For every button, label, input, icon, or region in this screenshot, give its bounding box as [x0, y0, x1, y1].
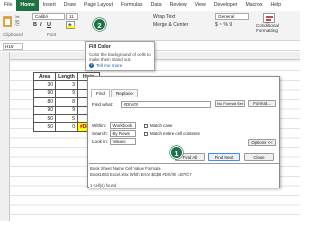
fill-color-swatch	[67, 26, 75, 28]
header-area[interactable]: Area	[33, 71, 56, 82]
conditional-formatting-icon[interactable]	[263, 13, 275, 23]
checkbox-box	[144, 131, 148, 136]
cell[interactable]: 90	[33, 105, 56, 115]
fill-color-button[interactable]: ◈	[66, 21, 75, 29]
tooltip-title: Fill Color	[89, 44, 111, 50]
font-name-select[interactable]: Calibri	[32, 13, 65, 20]
results-header: Book Sheet Name Cell Value Formula	[90, 166, 161, 171]
clipboard-group-label: Clipboard	[3, 32, 23, 37]
cell[interactable]: 9	[55, 88, 78, 99]
step-badge-1: 1	[170, 146, 183, 159]
font-group-label: Font	[47, 32, 57, 37]
cell[interactable]: 80	[33, 97, 56, 107]
number-format-select[interactable]: General	[215, 13, 249, 20]
copy-icon[interactable]: ⎘	[15, 21, 20, 28]
tab-replace[interactable]: Replace	[110, 89, 138, 97]
cell[interactable]: 50	[33, 113, 56, 124]
options-button[interactable]: Options <<	[248, 139, 276, 146]
cell[interactable]: 90	[33, 88, 56, 99]
tell-me-more-link[interactable]: ? Tell me more	[89, 62, 151, 68]
tell-me-more-label: Tell me more	[96, 62, 123, 68]
tab-home[interactable]: Home	[16, 0, 39, 11]
match-entire-label: Match entire cell contents	[150, 131, 200, 136]
cell[interactable]: 0	[55, 122, 78, 132]
row-headers	[0, 52, 10, 221]
find-replace-dialog: Find Replace Find what: #DIV/0! No Forma…	[87, 76, 280, 188]
tab-macros[interactable]: Macros	[241, 0, 266, 11]
cell[interactable]: 30	[33, 80, 56, 90]
tab-formulas[interactable]: Formulas	[117, 0, 147, 11]
look-in-select[interactable]: Values	[110, 138, 136, 145]
close-button[interactable]: Close	[244, 153, 274, 161]
cell[interactable]: 9	[55, 105, 78, 115]
conditional-formatting-button[interactable]: Conditional Formatting	[256, 23, 300, 33]
tab-page-layout[interactable]: Page Layout	[80, 0, 117, 11]
tab-insert[interactable]: Insert	[39, 0, 60, 11]
find-what-input[interactable]: #DIV/0!	[121, 101, 211, 108]
cell[interactable]: 50	[33, 122, 56, 132]
tab-file[interactable]: File	[0, 0, 16, 11]
italic-button[interactable]: I	[40, 22, 42, 28]
tab-data[interactable]: Data	[147, 0, 166, 11]
paste-icon[interactable]	[3, 16, 12, 27]
result-row[interactable]: Book1063 Excel.xlsx Whth Error $C$8 #DIV…	[90, 172, 192, 177]
dialog-tabs: Find Replace	[91, 89, 138, 97]
format-button[interactable]: Format...	[248, 100, 276, 107]
search-label: Search:	[92, 131, 108, 136]
within-label: Within:	[92, 123, 107, 128]
tab-view[interactable]: View	[191, 0, 210, 11]
cut-icon[interactable]: ✂	[15, 14, 20, 21]
tab-find[interactable]: Find	[91, 89, 110, 97]
within-select[interactable]: Workbook	[110, 122, 136, 129]
number-format-symbols[interactable]: $ ~ % 9	[215, 22, 232, 28]
fill-color-tooltip: Fill Color Color the background of cells…	[85, 41, 155, 71]
font-size-select[interactable]: 11	[66, 13, 78, 20]
wrap-text-button[interactable]: Wrap Text	[153, 14, 175, 20]
find-next-button[interactable]: Find Next	[208, 153, 240, 161]
header-length[interactable]: Length	[55, 71, 78, 82]
find-what-label: Find what:	[92, 102, 114, 107]
tooltip-description: Color the background of cells to make th…	[89, 51, 151, 62]
tab-help[interactable]: Help	[266, 0, 285, 11]
bold-button[interactable]: B	[33, 22, 37, 28]
no-format-set-preview: No Format Set	[215, 100, 245, 107]
tab-review[interactable]: Review	[166, 0, 191, 11]
underline-button[interactable]: U	[47, 22, 51, 28]
help-icon: ?	[89, 62, 94, 68]
merge-center-button[interactable]: Merge & Center	[153, 22, 188, 28]
cell[interactable]: 3	[55, 80, 78, 90]
tab-developer[interactable]: Developer	[210, 0, 242, 11]
match-entire-checkbox[interactable]: Match entire cell contents	[144, 131, 200, 136]
match-case-checkbox[interactable]: Match case	[144, 123, 172, 128]
name-box[interactable]: H19	[3, 43, 23, 50]
ribbon-tab-bar: File Home Insert Draw Page Layout Formul…	[0, 0, 300, 11]
cell[interactable]: 5	[55, 113, 78, 124]
tab-draw[interactable]: Draw	[60, 0, 80, 11]
checkbox-box	[144, 123, 148, 128]
step-badge-2: 2	[93, 18, 106, 31]
search-select[interactable]: By Rows	[110, 130, 136, 137]
search-results: Book Sheet Name Cell Value Formula Book1…	[89, 163, 279, 188]
results-count: 1 cell(s) found	[90, 183, 117, 188]
cell[interactable]: 8	[55, 97, 78, 107]
match-case-label: Match case	[150, 123, 173, 128]
look-in-label: Look in:	[92, 139, 109, 144]
